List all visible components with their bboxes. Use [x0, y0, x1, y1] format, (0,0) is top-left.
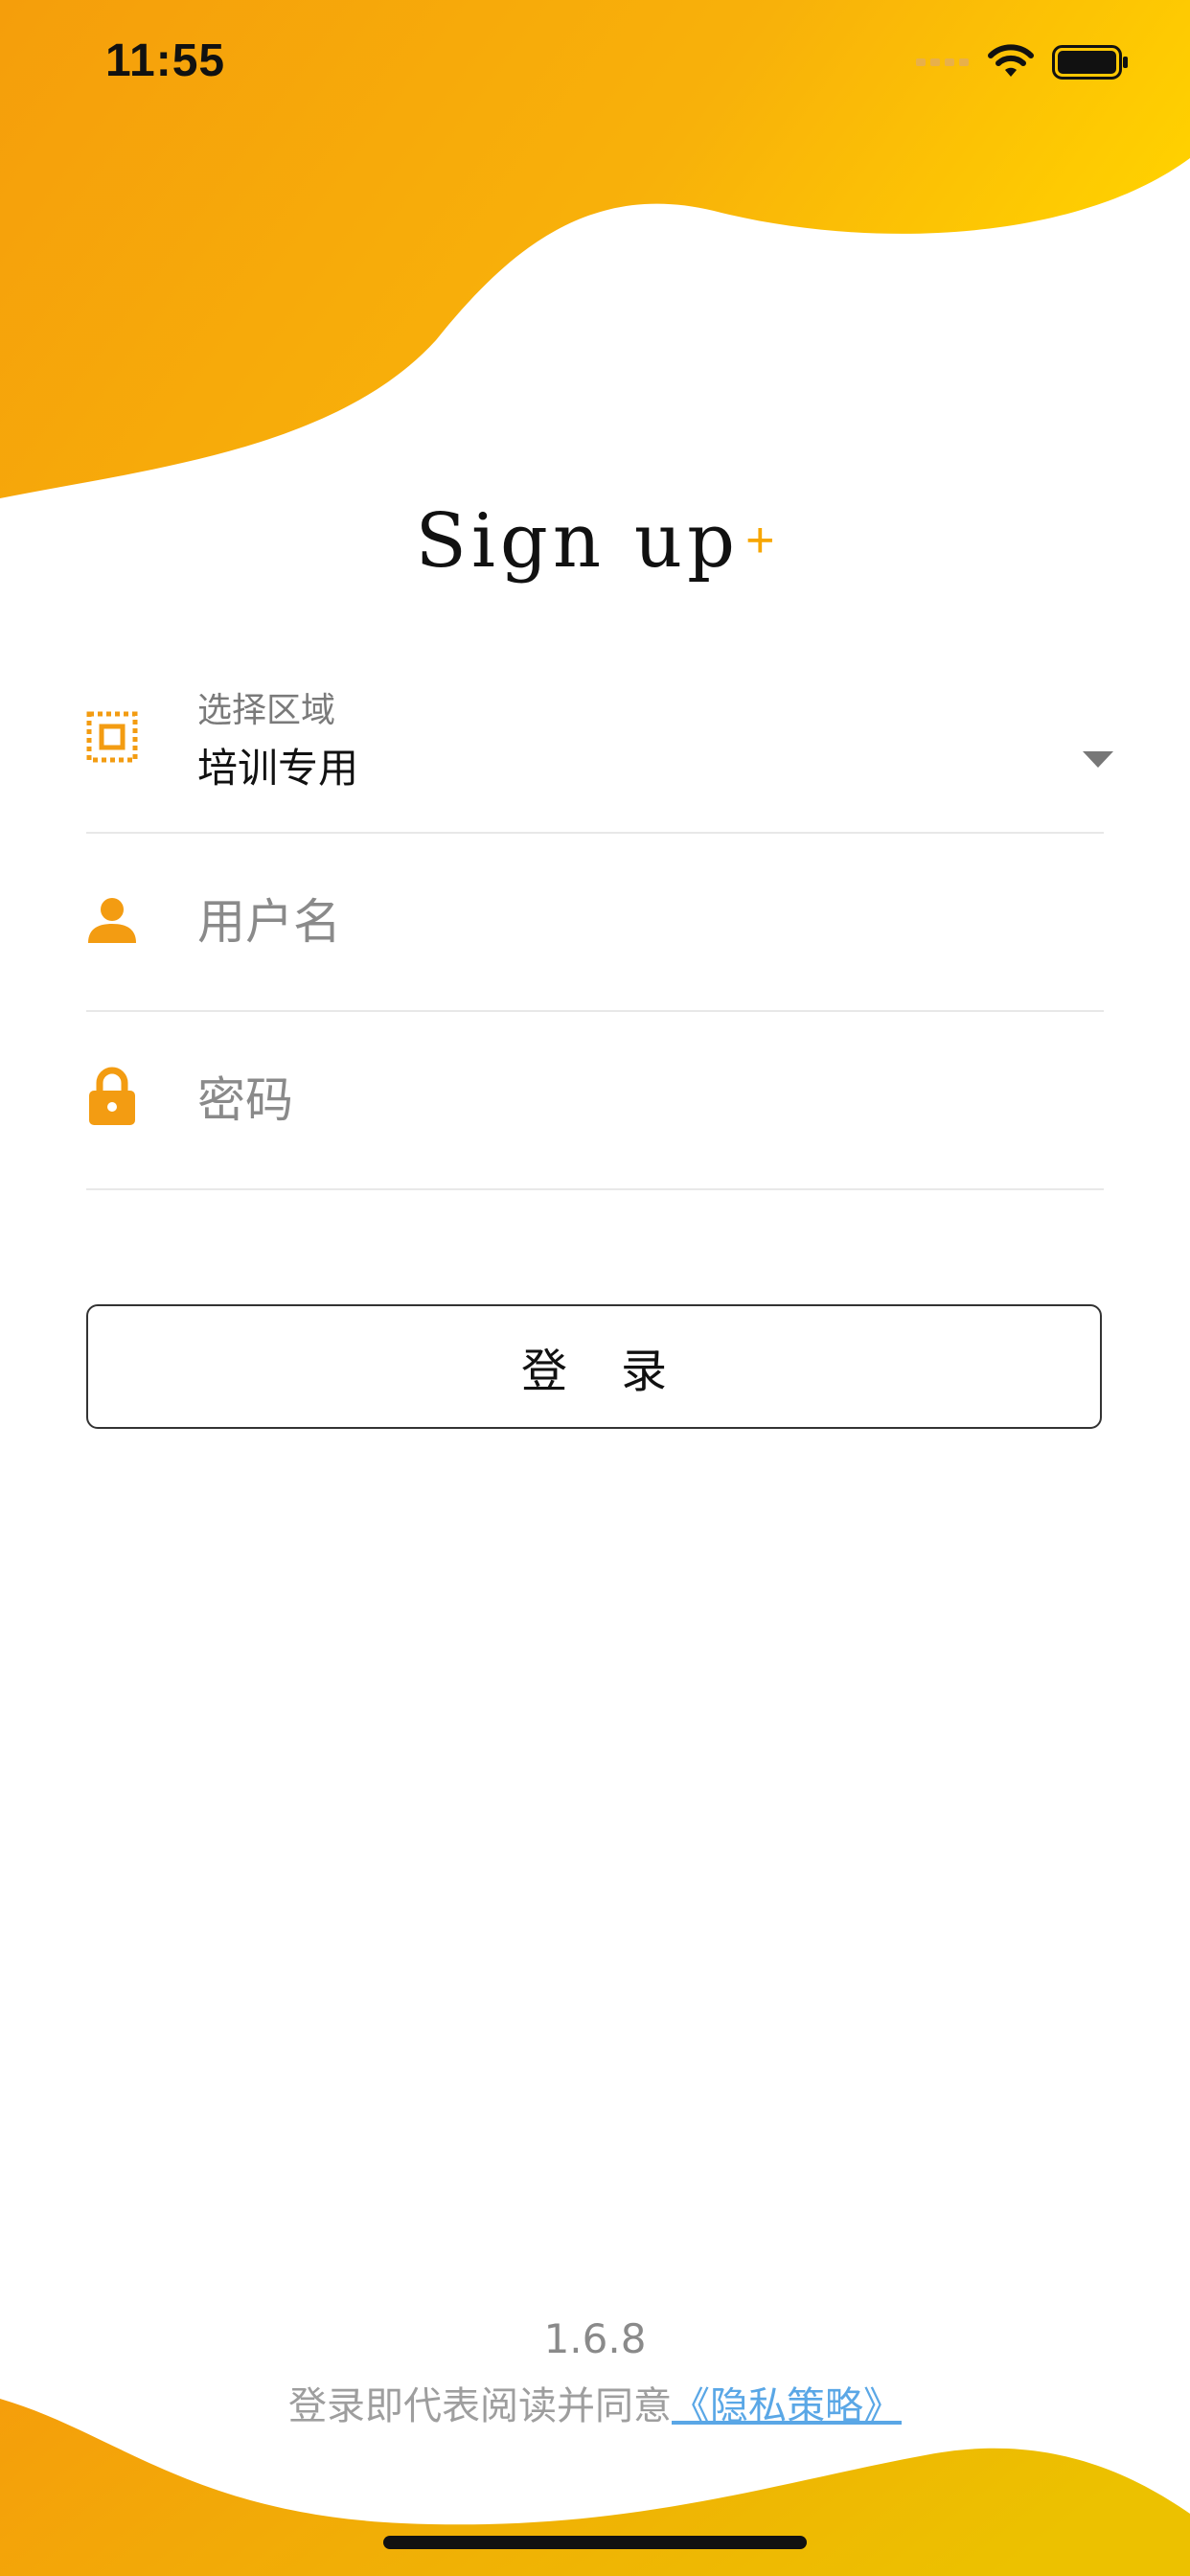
version-text: 1.6.8 — [543, 2315, 647, 2362]
status-time: 11:55 — [105, 35, 226, 86]
status-bar: 11:55 — [0, 0, 1190, 134]
signal-icon — [916, 58, 969, 66]
status-icons — [916, 44, 1129, 80]
region-selector[interactable]: 选择区域 培训专用 — [86, 671, 1113, 834]
title-plus-mark: + — [745, 513, 775, 568]
username-row — [86, 834, 1104, 1012]
user-icon — [88, 898, 136, 943]
login-button[interactable]: 登录 — [86, 1304, 1102, 1429]
region-label: 选择区域 — [197, 691, 336, 730]
battery-icon — [1052, 45, 1128, 80]
wifi-icon — [988, 44, 1034, 77]
title-text: Sign up — [415, 498, 741, 585]
password-input[interactable] — [197, 1012, 1060, 1188]
lock-icon — [89, 1067, 135, 1125]
chevron-down-icon[interactable] — [1083, 751, 1113, 768]
agreement-prefix: 登录即代表阅读并同意 — [288, 2384, 672, 2428]
page-title: Sign up + — [0, 498, 1190, 585]
username-input[interactable] — [197, 834, 1060, 1010]
region-icon — [86, 711, 138, 763]
privacy-policy-link[interactable]: 《隐私策略》 — [672, 2384, 902, 2428]
home-indicator[interactable] — [383, 2536, 807, 2549]
agreement-text: 登录即代表阅读并同意《隐私策略》 — [0, 2375, 1190, 2430]
password-row — [86, 1012, 1104, 1190]
region-value: 培训专用 — [197, 745, 359, 792]
